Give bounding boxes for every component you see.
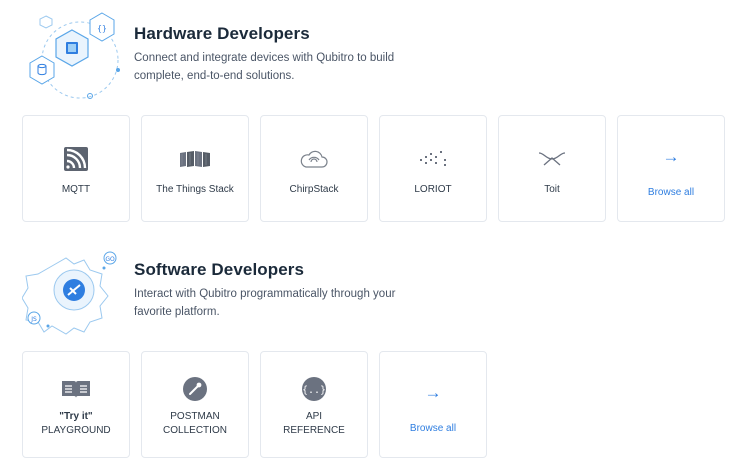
arrow-right-icon: → — [424, 383, 442, 402]
card-label: Toit — [544, 184, 560, 195]
card-playground[interactable]: "Try it" PLAYGROUND — [22, 351, 130, 458]
card-label: API REFERENCE — [265, 410, 363, 438]
card-label: ChirpStack — [289, 184, 339, 195]
hardware-integrations: MQTT The Things Stack ChirpStack LORIOT … — [22, 115, 725, 222]
card-api-reference[interactable]: {..} API REFERENCE — [260, 351, 368, 458]
card-label-line2: COLLECTION — [163, 425, 227, 436]
software-title: Software Developers — [134, 260, 305, 279]
software-section-header: GO JS Software Developers Interact with … — [22, 246, 722, 346]
svg-text:GO: GO — [105, 256, 115, 263]
card-label: MQTT — [61, 184, 91, 195]
hardware-title: Hardware Developers — [134, 24, 310, 43]
loriot-icon — [380, 146, 486, 172]
chirpstack-icon — [261, 146, 367, 172]
card-label-line1: API — [305, 411, 323, 422]
browse-all-link[interactable]: Browse all — [622, 186, 720, 200]
hardware-description: Connect and integrate devices with Qubit… — [134, 52, 395, 82]
card-things-stack[interactable]: The Things Stack — [141, 115, 249, 222]
book-icon — [23, 376, 129, 402]
card-mqtt[interactable]: MQTT — [22, 115, 130, 222]
card-toit[interactable]: Toit — [498, 115, 606, 222]
software-integrations: "Try it" PLAYGROUND POSTMAN COLLECTION {… — [22, 351, 487, 458]
software-illustration: GO JS — [22, 251, 117, 335]
postman-icon — [142, 376, 248, 402]
things-stack-icon — [142, 146, 248, 172]
card-label: POSTMAN COLLECTION — [146, 410, 244, 438]
card-label-line1: POSTMAN — [170, 411, 220, 422]
card-label-line1: "Try it" — [59, 411, 93, 422]
arrow-right-icon: → — [662, 147, 680, 166]
card-postman[interactable]: POSTMAN COLLECTION — [141, 351, 249, 458]
card-label: "Try it" PLAYGROUND — [27, 410, 125, 438]
software-browse-all-card[interactable]: → Browse all — [379, 351, 487, 458]
hardware-illustration: {} — [29, 12, 120, 99]
browse-all-link[interactable]: Browse all — [384, 422, 482, 436]
hardware-section-header: {} Hardware Developers Connect and integ… — [22, 10, 722, 110]
mqtt-icon — [23, 146, 129, 172]
svg-text:{}: {} — [97, 24, 107, 33]
card-label: LORIOT — [414, 184, 452, 195]
svg-text:JS: JS — [30, 316, 37, 323]
api-braces-icon: {..} — [261, 376, 367, 402]
hardware-browse-all-card[interactable]: → Browse all — [617, 115, 725, 222]
svg-text:{..}: {..} — [302, 385, 326, 396]
toit-icon — [499, 146, 605, 172]
software-description: Interact with Qubitro programmatically t… — [134, 288, 396, 318]
card-label: The Things Stack — [156, 184, 234, 195]
card-loriot[interactable]: LORIOT — [379, 115, 487, 222]
card-label-line2: REFERENCE — [283, 425, 345, 436]
card-label-line2: PLAYGROUND — [41, 425, 111, 436]
card-chirpstack[interactable]: ChirpStack — [260, 115, 368, 222]
